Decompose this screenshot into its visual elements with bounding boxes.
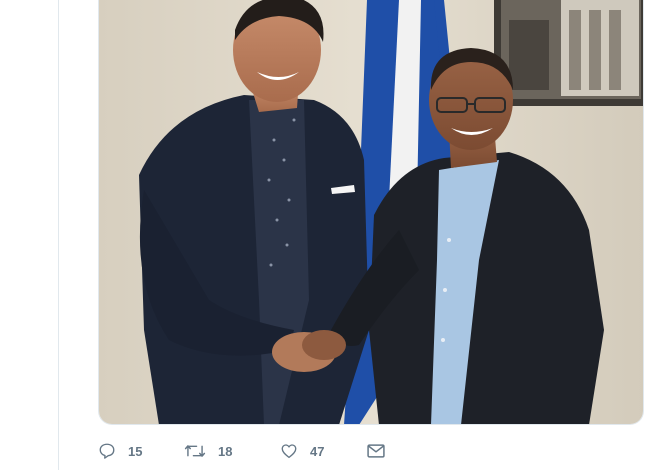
- reply-count: 15: [128, 443, 143, 459]
- direct-message-button[interactable]: [366, 442, 396, 460]
- retweet-icon: [184, 445, 206, 457]
- envelope-icon: [367, 444, 385, 458]
- reply-button[interactable]: 15: [98, 442, 184, 460]
- like-count: 47: [310, 443, 325, 459]
- heart-icon: [281, 444, 297, 459]
- tweet-page: 15 18 47: [0, 0, 670, 470]
- retweet-count: 18: [218, 443, 233, 459]
- tweet-actions: 15 18 47: [98, 438, 396, 464]
- photo-illustration: [99, 0, 643, 424]
- reply-icon: [99, 443, 115, 459]
- wall-picture: [494, 0, 643, 106]
- retweet-button[interactable]: 18: [184, 442, 280, 460]
- tweet-photo[interactable]: [98, 0, 644, 425]
- like-button[interactable]: 47: [280, 442, 366, 460]
- timeline-divider: [58, 0, 59, 470]
